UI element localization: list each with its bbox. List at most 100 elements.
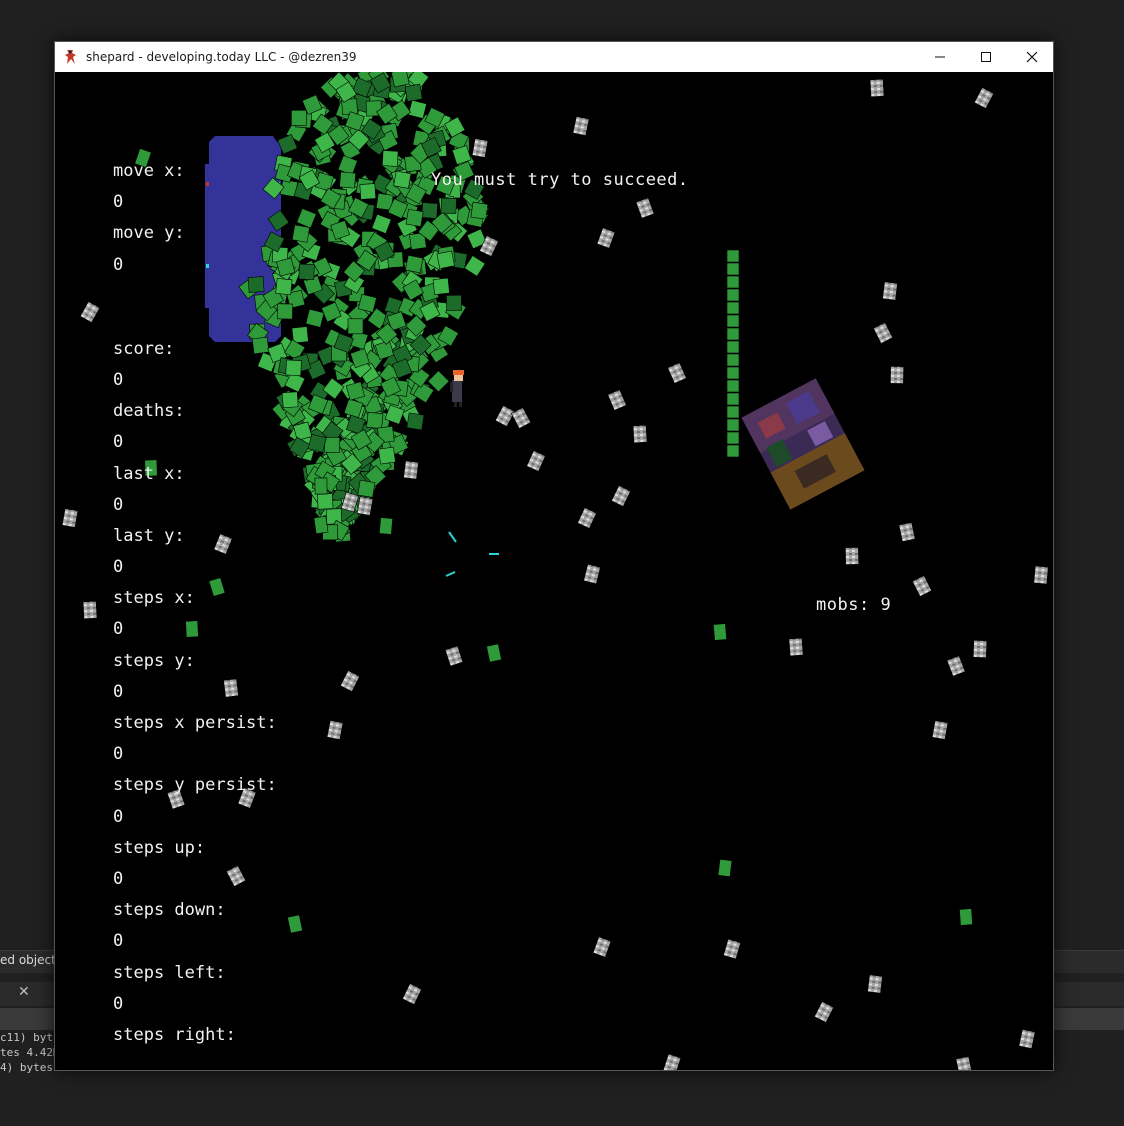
- column-tile: [726, 327, 740, 341]
- stat-value: 0: [113, 619, 124, 640]
- minimize-button[interactable]: [917, 42, 963, 72]
- gray-tile: [869, 78, 885, 98]
- gray-tile: [867, 974, 883, 994]
- foliage-tile: [408, 99, 427, 119]
- gray-tile: [635, 197, 655, 219]
- foliage-tile: [391, 72, 410, 88]
- foliage-tile: [357, 293, 377, 313]
- column-tile: [726, 418, 740, 432]
- stats-gap: [113, 281, 277, 334]
- minimize-icon: [935, 56, 945, 58]
- maximize-icon: [981, 52, 991, 62]
- green-tile: [314, 477, 328, 495]
- gray-tile: [402, 983, 422, 1005]
- gray-tile: [882, 281, 898, 301]
- foliage-tile: [405, 254, 424, 274]
- close-icon: [1026, 51, 1038, 63]
- foliage-tile: [324, 436, 341, 453]
- foliage-tile: [347, 318, 364, 335]
- stat-label: steps x persist:: [113, 713, 277, 733]
- green-tile: [313, 515, 329, 535]
- column-tile: [726, 353, 740, 367]
- gray-tile: [572, 115, 590, 137]
- gray-tile: [890, 366, 904, 384]
- gray-tile: [577, 507, 597, 529]
- column-tile: [726, 288, 740, 302]
- gray-tile: [583, 563, 601, 585]
- stats-panel: move x: 0 move y: 0 score: 0 deaths: 0 l…: [113, 156, 277, 1051]
- gray-tile: [667, 362, 687, 384]
- stat-label: steps up:: [113, 837, 206, 858]
- gray-tile: [510, 407, 532, 429]
- foliage-tile: [298, 263, 315, 280]
- stat-label: score:: [113, 338, 175, 359]
- green-tile: [287, 914, 303, 934]
- game-window: shepard - developing.today LLC - @dezren…: [54, 41, 1054, 1071]
- foliage-tile: [305, 308, 325, 328]
- foliage-tile: [366, 411, 384, 430]
- foliage-tile: [382, 150, 399, 167]
- close-button[interactable]: [1009, 42, 1055, 72]
- gray-tile: [931, 720, 949, 740]
- column-tile: [726, 249, 740, 263]
- stat-value: 0: [113, 369, 124, 390]
- stat-label: steps left:: [113, 962, 226, 983]
- stat-label: steps x:: [113, 588, 195, 609]
- player-character: [450, 370, 464, 407]
- gray-tile: [61, 508, 79, 528]
- stat-label: last y:: [113, 525, 185, 546]
- stat-value: 0: [113, 494, 124, 515]
- column-tile: [726, 405, 740, 419]
- foliage-tile: [432, 277, 450, 295]
- column-tile: [726, 392, 740, 406]
- foliage-tile: [307, 433, 327, 453]
- game-viewport[interactable]: You must try to succeed. mobs: 9 move x:…: [55, 72, 1053, 1070]
- stat-label: steps right:: [113, 1024, 236, 1045]
- gray-tile: [813, 1001, 835, 1023]
- gray-tile: [632, 424, 648, 444]
- gray-tile: [911, 575, 933, 597]
- stat-value: 0: [113, 192, 124, 213]
- green-tile: [379, 517, 393, 535]
- green-tile: [717, 858, 733, 878]
- gray-tile: [79, 301, 101, 323]
- maximize-button[interactable]: [963, 42, 1009, 72]
- foliage-tile: [285, 359, 302, 376]
- column-tile: [726, 340, 740, 354]
- stat-value: 0: [113, 744, 124, 765]
- stat-value: 0: [113, 557, 124, 578]
- foliage-tile: [446, 294, 462, 311]
- foliage-tile: [421, 202, 439, 219]
- foliage-tile: [405, 208, 424, 227]
- title-bar[interactable]: shepard - developing.today LLC - @dezren…: [55, 42, 1053, 72]
- mob-block: [741, 378, 865, 510]
- foliage-tile: [464, 255, 486, 277]
- stat-value: 0: [113, 931, 124, 952]
- gray-tile: [723, 938, 741, 960]
- foliage-tile: [440, 197, 457, 214]
- green-tile: [959, 908, 973, 926]
- stat-label: steps y persist:: [113, 775, 277, 796]
- stat-label: last x:: [113, 463, 185, 484]
- gray-tile: [82, 600, 98, 620]
- gray-tile: [596, 227, 616, 249]
- stat-value: 0: [113, 806, 124, 827]
- foliage-tile: [393, 170, 412, 189]
- stat-label: steps y:: [113, 650, 195, 671]
- foliage-tile: [359, 183, 377, 200]
- background-close-icon[interactable]: ✕: [18, 984, 30, 1000]
- column-tile: [726, 444, 740, 458]
- gray-tile: [845, 547, 859, 565]
- gray-tile: [788, 637, 804, 657]
- foliage-tile: [291, 224, 310, 243]
- gray-tile: [403, 460, 419, 480]
- cyan-sparks: [445, 531, 499, 577]
- gray-tile: [973, 87, 995, 109]
- column-tile: [726, 314, 740, 328]
- foliage-tile: [371, 213, 392, 234]
- gray-tile: [356, 496, 374, 516]
- foliage-tile: [317, 493, 334, 510]
- gray-tile: [326, 720, 344, 740]
- mobs-counter: mobs: 9: [816, 595, 891, 615]
- gray-tile: [662, 1053, 682, 1070]
